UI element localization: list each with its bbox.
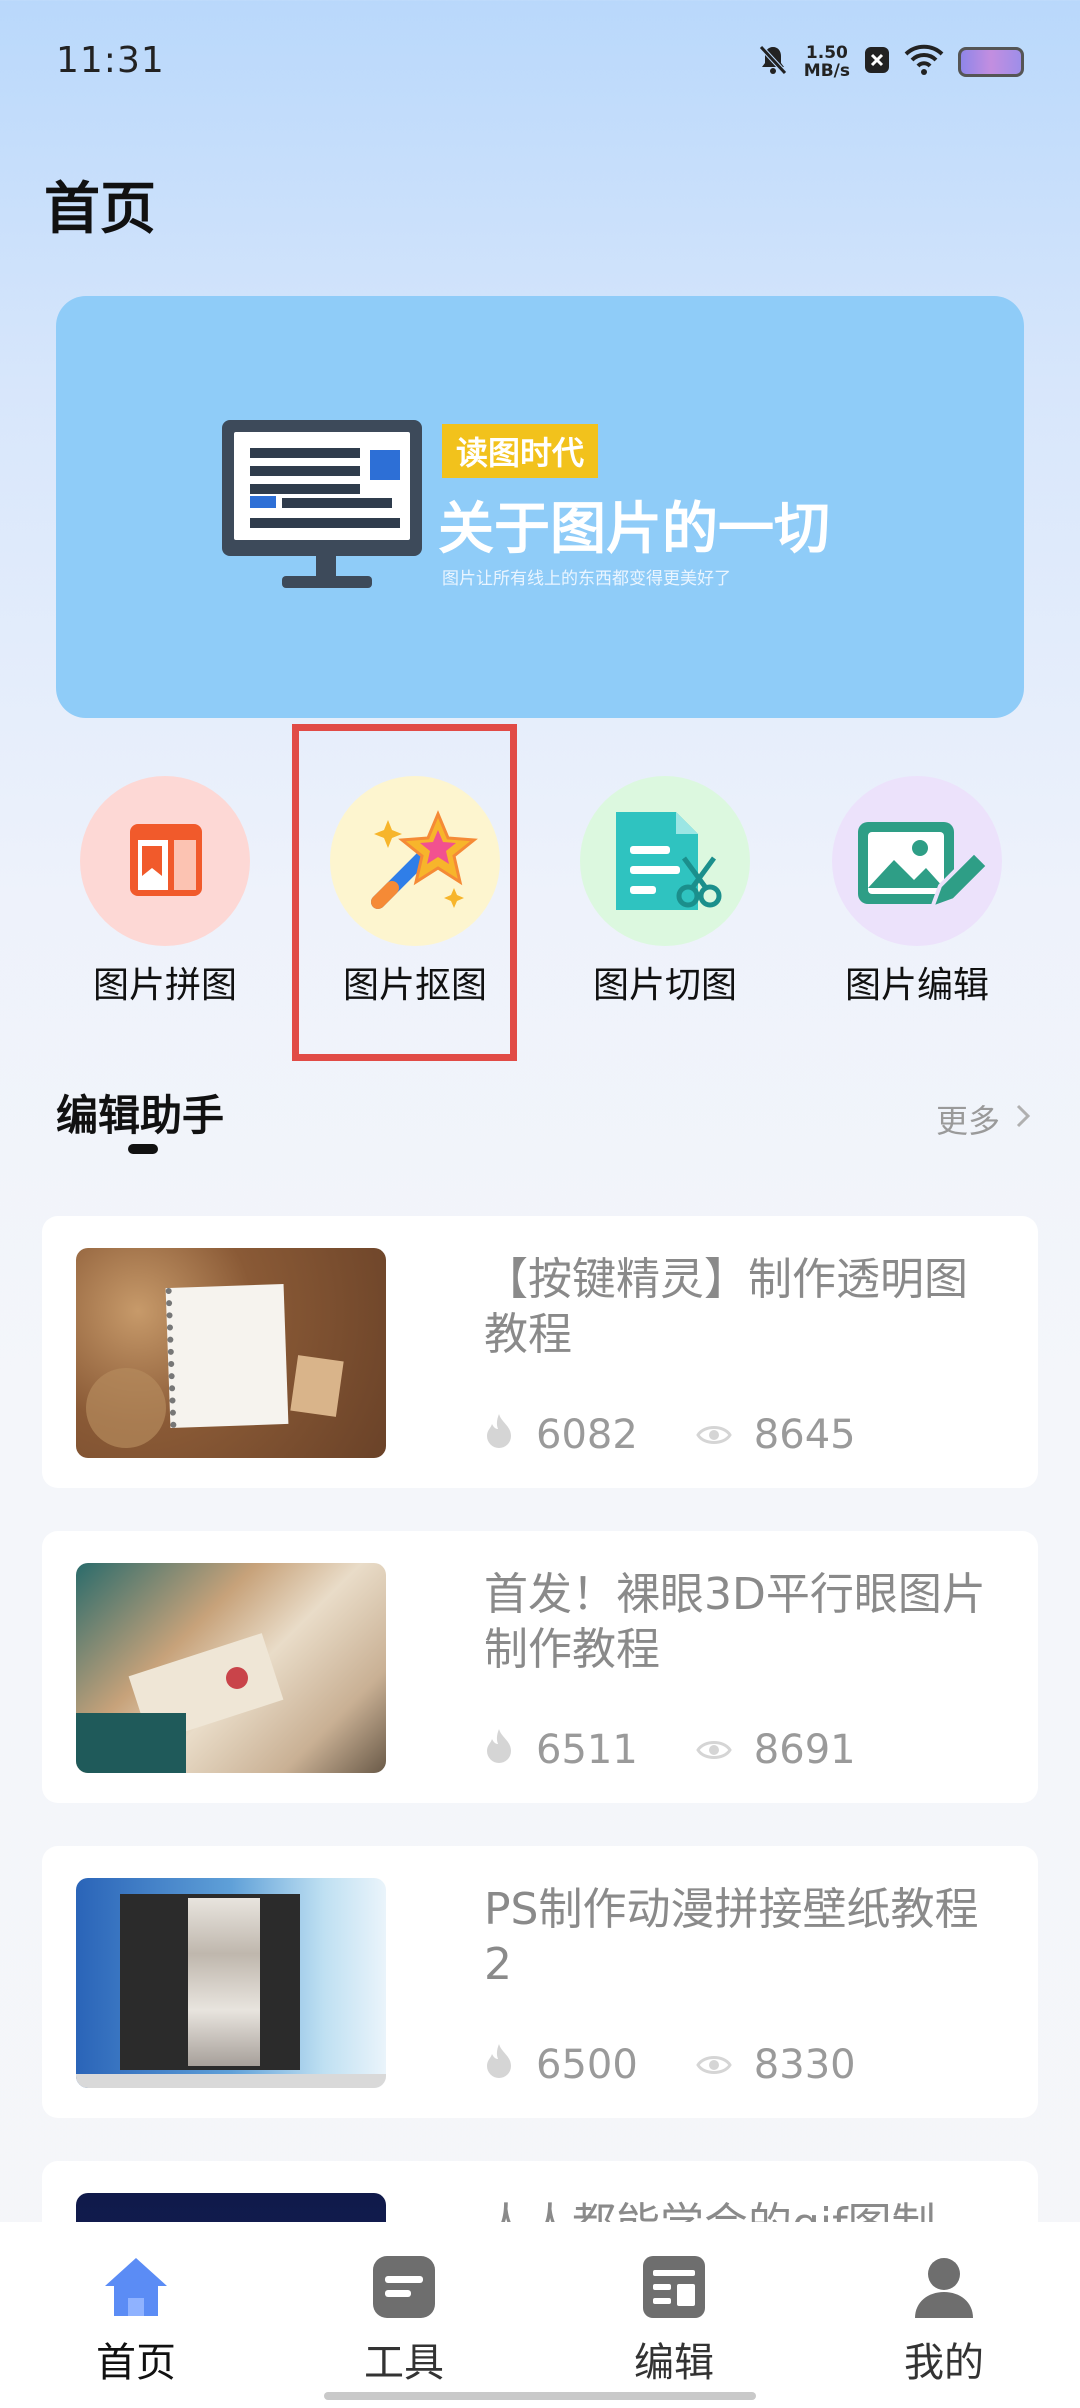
bell-off-icon xyxy=(756,43,790,81)
quick-action-label: 图片拼图 xyxy=(92,965,237,1006)
article-stats: 6500 8330 xyxy=(484,2042,914,2088)
banner[interactable]: 读图时代 关于图片的一切 图片让所有线上的东西都变得更美好了 xyxy=(56,296,1024,718)
wifi-icon xyxy=(904,44,944,80)
banner-subtitle: 图片让所有线上的东西都变得更美好了 xyxy=(442,569,731,589)
article-card[interactable]: PS制作动漫拼接壁纸教程2 6500 8330 xyxy=(42,1846,1038,2118)
section-title: 编辑助手 xyxy=(56,1091,225,1140)
home-icon xyxy=(101,2252,171,2322)
status-time: 11:31 xyxy=(56,40,165,81)
eye-icon xyxy=(696,2042,732,2088)
profile-icon xyxy=(909,2252,979,2322)
article-stats: 6511 8691 xyxy=(484,1727,914,1773)
page-title: 首页 xyxy=(44,177,156,242)
nav-edit[interactable]: 编辑 xyxy=(574,2252,774,2388)
battery-icon xyxy=(958,47,1024,77)
more-link[interactable]: 更多 xyxy=(936,1096,1032,1142)
chevron-right-icon xyxy=(1014,1100,1032,1138)
nav-tools[interactable]: 工具 xyxy=(304,2252,504,2388)
quick-action-collage[interactable]: 图片拼图 xyxy=(80,776,250,1006)
view-count: 8330 xyxy=(753,2042,856,2088)
section-indicator xyxy=(128,1144,158,1154)
eye-icon xyxy=(696,1727,732,1773)
tools-icon xyxy=(369,2252,439,2322)
close-box-icon xyxy=(864,45,890,79)
like-count: 6511 xyxy=(536,1727,638,1773)
collage-icon xyxy=(80,776,250,946)
quick-action-slice[interactable]: 图片切图 xyxy=(580,776,750,1006)
bottom-nav: 首页 工具 编辑 我的 xyxy=(0,2222,1080,2408)
quick-action-label: 图片编辑 xyxy=(844,965,989,1006)
eye-icon xyxy=(696,1412,732,1458)
article-card[interactable]: 首发！裸眼3D平行眼图片制作教程 6511 8691 xyxy=(42,1531,1038,1803)
article-title: 首发！裸眼3D平行眼图片制作教程 xyxy=(484,1569,986,1675)
image-edit-icon xyxy=(832,776,1002,946)
edit-icon xyxy=(639,2252,709,2322)
status-icons: 1.50 MB/s xyxy=(756,40,1024,84)
nav-profile[interactable]: 我的 xyxy=(844,2252,1044,2388)
article-card[interactable]: 【按键精灵】制作透明图教程 6082 8645 xyxy=(42,1216,1038,1488)
nav-label: 工具 xyxy=(364,2340,444,2386)
banner-tag: 读图时代 xyxy=(442,424,599,478)
flame-icon xyxy=(484,1412,514,1458)
nav-label: 我的 xyxy=(904,2340,984,2386)
quick-action-edit[interactable]: 图片编辑 xyxy=(832,776,1002,1006)
status-bar: 11:31 1.50 MB/s xyxy=(0,0,1080,120)
network-speed: 1.50 MB/s xyxy=(803,43,850,81)
monitor-illustration xyxy=(222,420,422,556)
file-cut-icon xyxy=(580,776,750,946)
like-count: 6500 xyxy=(536,2042,638,2088)
nav-home[interactable]: 首页 xyxy=(36,2252,236,2388)
article-title: PS制作动漫拼接壁纸教程2 xyxy=(484,1884,979,1990)
view-count: 8691 xyxy=(753,1727,856,1773)
quick-action-label: 图片切图 xyxy=(592,965,737,1006)
view-count: 8645 xyxy=(753,1412,856,1458)
flame-icon xyxy=(484,2042,514,2088)
home-indicator[interactable] xyxy=(324,2392,756,2400)
article-stats: 6082 8645 xyxy=(484,1412,914,1458)
article-thumbnail xyxy=(76,1248,386,1458)
article-title: 【按键精灵】制作透明图教程 xyxy=(484,1254,968,1360)
nav-label: 编辑 xyxy=(634,2340,714,2386)
flame-icon xyxy=(484,1727,514,1773)
like-count: 6082 xyxy=(536,1412,638,1458)
highlight-box xyxy=(292,724,517,1061)
nav-label: 首页 xyxy=(96,2340,176,2386)
article-thumbnail xyxy=(76,1563,386,1773)
article-thumbnail xyxy=(76,1878,386,2088)
banner-title: 关于图片的一切 xyxy=(438,497,830,562)
more-label: 更多 xyxy=(935,1102,1000,1140)
